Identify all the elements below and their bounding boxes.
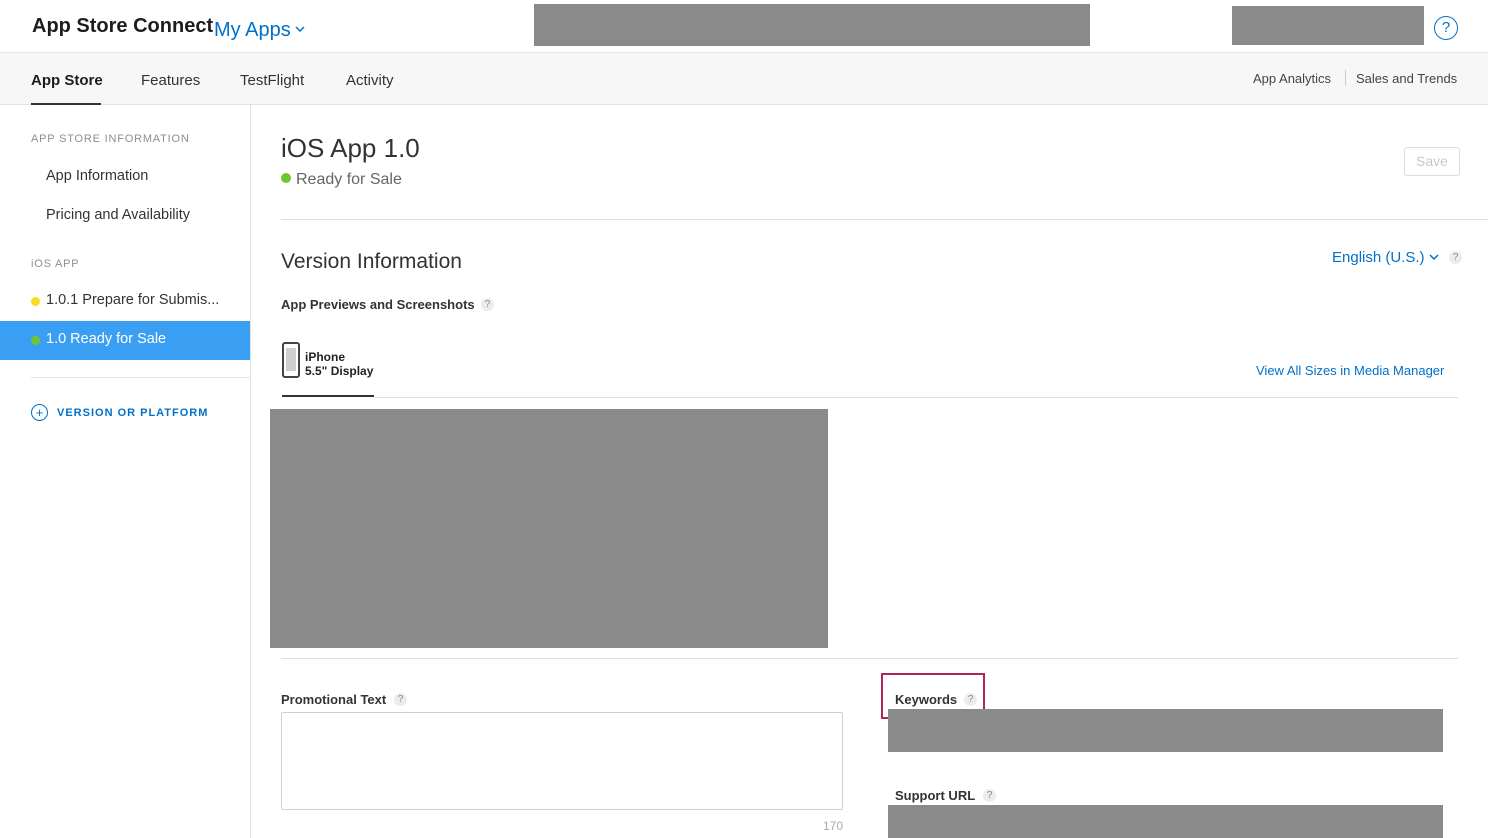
redacted-region [534, 4, 1090, 46]
app-analytics-link[interactable]: App Analytics [1253, 71, 1331, 86]
active-device-underline [282, 395, 374, 397]
support-url-label: Support URL [895, 788, 976, 803]
divider [281, 658, 1458, 659]
status-dot-icon [31, 336, 40, 345]
tab-features[interactable]: Features [141, 72, 200, 89]
add-version-or-platform-button[interactable]: + VERSION OR PLATFORM [31, 404, 208, 422]
view-all-sizes-link[interactable]: View All Sizes in Media Manager [1256, 363, 1444, 378]
chevron-down-icon [295, 15, 305, 38]
page-title: iOS App 1.0 [281, 133, 420, 163]
language-select[interactable]: English (U.S.) [1332, 249, 1439, 266]
promotional-text-field[interactable] [281, 712, 843, 810]
redacted-account-region[interactable] [1232, 6, 1424, 45]
iphone-icon [282, 342, 300, 378]
my-apps-label: My Apps [214, 19, 291, 41]
tab-iphone-5-5-display[interactable]: iPhone 5.5" Display [305, 350, 373, 378]
section-nav-bar: App Store Features TestFlight Activity A… [0, 53, 1488, 105]
section-title: Version Information [281, 250, 462, 273]
sidebar-divider [31, 377, 250, 378]
status-text: Ready for Sale [296, 171, 402, 188]
keywords-label: Keywords [895, 692, 958, 707]
help-icon[interactable]: ? [1449, 251, 1462, 264]
divider [281, 219, 1488, 220]
tab-app-store[interactable]: App Store [31, 72, 103, 89]
tab-activity[interactable]: Activity [346, 72, 394, 89]
sidebar-item-version-1-0[interactable]: 1.0 Ready for Sale [0, 321, 250, 360]
tab-testflight[interactable]: TestFlight [240, 72, 304, 89]
sales-and-trends-link[interactable]: Sales and Trends [1356, 71, 1457, 86]
sidebar-item-app-information[interactable]: App Information [46, 168, 148, 184]
promotional-text-label: Promotional Text [281, 692, 387, 707]
app-brand-title: App Store Connect [32, 15, 214, 37]
add-version-label: VERSION OR PLATFORM [57, 406, 209, 419]
sidebar-item-version-1-0-1[interactable]: 1.0.1 Prepare for Submis... [0, 282, 250, 321]
sidebar: APP STORE INFORMATION App Information Pr… [0, 105, 251, 838]
chevron-down-icon [1429, 249, 1439, 266]
sidebar-item-pricing-and-availability[interactable]: Pricing and Availability [46, 207, 190, 223]
version-label: 1.0.1 Prepare for Submis... [46, 292, 220, 308]
device-size: 5.5" Display [305, 364, 374, 378]
add-circle-icon: + [31, 404, 48, 422]
support-url-field-redacted[interactable] [888, 805, 1443, 838]
keywords-field-redacted[interactable] [888, 709, 1443, 752]
character-count: 170 [823, 819, 844, 833]
status-dot-icon [31, 297, 40, 306]
help-icon[interactable]: ? [481, 298, 494, 311]
previews-label: App Previews and Screenshots [281, 297, 475, 312]
nav-divider [1345, 70, 1346, 86]
status-badge: Ready for Sale [281, 171, 402, 189]
screenshot-preview-redacted[interactable] [270, 409, 828, 648]
my-apps-menu[interactable]: My Apps [214, 15, 305, 42]
divider [374, 397, 1458, 398]
sidebar-heading-ios-app: iOS APP [31, 258, 80, 270]
sidebar-heading-app-store-information: APP STORE INFORMATION [31, 133, 190, 145]
help-icon[interactable]: ? [983, 789, 996, 802]
status-dot-icon [281, 173, 291, 183]
help-icon[interactable]: ? [1434, 16, 1458, 40]
device-name: iPhone [305, 350, 346, 364]
help-icon[interactable]: ? [394, 693, 407, 706]
save-button[interactable]: Save [1404, 147, 1460, 176]
language-label: English (U.S.) [1332, 249, 1425, 266]
top-bar: App Store Connect My Apps ? [0, 0, 1488, 53]
help-icon[interactable]: ? [964, 693, 977, 706]
version-label: 1.0 Ready for Sale [46, 331, 167, 347]
